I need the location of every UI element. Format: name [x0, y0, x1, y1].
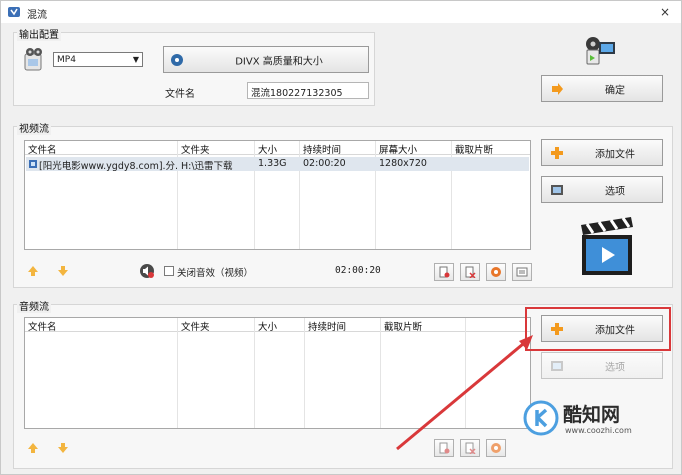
move-up-icon[interactable] — [27, 442, 39, 454]
total-duration: 02:00:20 — [335, 265, 381, 276]
close-button[interactable]: × — [657, 4, 673, 20]
record-icon — [491, 267, 501, 277]
app-icon — [8, 7, 20, 17]
audio-col-folder[interactable]: 文件夹 — [181, 319, 210, 333]
format-value: MP4 — [57, 55, 76, 65]
video-col-screen[interactable]: 屏幕大小 — [379, 142, 417, 156]
chevron-down-icon: ▼ — [132, 55, 139, 64]
audio-col-size[interactable]: 大小 — [258, 319, 277, 333]
film-reel-icon — [24, 48, 42, 71]
video-row-folder: H:\迅雷下载 — [181, 161, 233, 172]
title-bar[interactable]: 混流 × — [1, 1, 681, 23]
mute-checkbox[interactable] — [164, 266, 174, 276]
codec-label: DIVX 高质量和大小 — [235, 56, 323, 67]
video-file-table[interactable]: 文件名 文件夹 大小 持续时间 屏幕大小 截取片断 [阳光电影www.ygdy8… — [24, 140, 531, 250]
delete-x-icon — [465, 266, 476, 278]
clapperboard-icon — [581, 217, 633, 275]
filename-value: 混流180227132305 — [251, 88, 343, 99]
document-remove-icon — [439, 266, 450, 278]
move-up-icon[interactable] — [27, 265, 39, 277]
audio-col-duration[interactable]: 持续时间 — [308, 319, 346, 333]
codec-button[interactable]: DIVX 高质量和大小 — [163, 46, 369, 73]
video-col-duration[interactable]: 持续时间 — [303, 142, 341, 156]
remove-file-button[interactable] — [434, 263, 454, 281]
plus-icon — [551, 146, 563, 159]
arrow-right-icon — [552, 82, 563, 95]
mute-label: 关闭音效（视频） — [177, 268, 254, 279]
video-col-clip[interactable]: 截取片断 — [455, 142, 493, 156]
video-col-folder[interactable]: 文件夹 — [181, 142, 210, 156]
watermark: 酷知网 www.coozhi.com — [523, 396, 675, 440]
film-options-icon — [551, 184, 563, 195]
filename-label: 文件名 — [165, 89, 195, 100]
format-select[interactable]: MP4 ▼ — [53, 52, 143, 67]
window-title: 混流 — [27, 10, 47, 21]
record-button[interactable] — [486, 263, 506, 281]
audio-col-name[interactable]: 文件名 — [28, 319, 57, 333]
column-divider — [177, 318, 178, 428]
mixer-window: 混流 × 输出配置 MP4 ▼ DIVX 高质量和大小 文件名 混流180227… — [0, 0, 682, 475]
move-down-icon[interactable] — [57, 265, 69, 277]
video-table-header: 文件名 文件夹 大小 持续时间 屏幕大小 截取片断 — [25, 141, 530, 156]
film-options-icon — [551, 360, 563, 371]
audio-options-label: 选项 — [605, 362, 625, 373]
video-stream-title: 视频流 — [17, 120, 51, 135]
video-row-screen: 1280x720 — [379, 158, 427, 169]
video-col-name[interactable]: 文件名 — [28, 142, 57, 156]
watermark-url: www.coozhi.com — [565, 426, 632, 435]
video-clip-icon — [586, 37, 615, 65]
video-file-icon — [29, 160, 37, 168]
audio-stream-title: 音频流 — [17, 298, 51, 313]
properties-button[interactable] — [512, 263, 532, 281]
clear-list-button[interactable] — [460, 263, 480, 281]
video-col-size[interactable]: 大小 — [258, 142, 277, 156]
column-divider — [254, 318, 255, 428]
watermark-brand: 酷知网 — [563, 404, 621, 426]
video-row-duration: 02:00:20 — [303, 158, 346, 169]
confirm-label: 确定 — [605, 85, 625, 96]
output-config-title: 输出配置 — [17, 26, 61, 41]
column-divider — [304, 318, 305, 428]
video-options-label: 选项 — [605, 186, 625, 197]
move-down-icon[interactable] — [57, 442, 69, 454]
video-row-size: 1.33G — [258, 158, 287, 169]
speaker-mute-icon — [140, 264, 154, 278]
video-options-button[interactable]: 选项 — [541, 176, 663, 203]
filename-input[interactable]: 混流180227132305 — [247, 82, 369, 99]
annotation-arrow — [396, 335, 533, 451]
table-row[interactable]: [阳光电影www.ygdy8.com].分... H:\迅雷下载 1.33G 0… — [26, 157, 529, 172]
video-add-file-label: 添加文件 — [595, 149, 635, 160]
video-row-name: [阳光电影www.ygdy8.com].分... — [39, 161, 179, 172]
list-icon — [516, 267, 528, 277]
video-add-file-button[interactable]: 添加文件 — [541, 139, 663, 166]
brand-logo-icon — [523, 400, 559, 436]
disc-icon — [171, 53, 183, 66]
confirm-button[interactable]: 确定 — [541, 75, 663, 102]
audio-options-button[interactable]: 选项 — [541, 352, 663, 379]
annotation-highlight-box — [525, 307, 671, 351]
